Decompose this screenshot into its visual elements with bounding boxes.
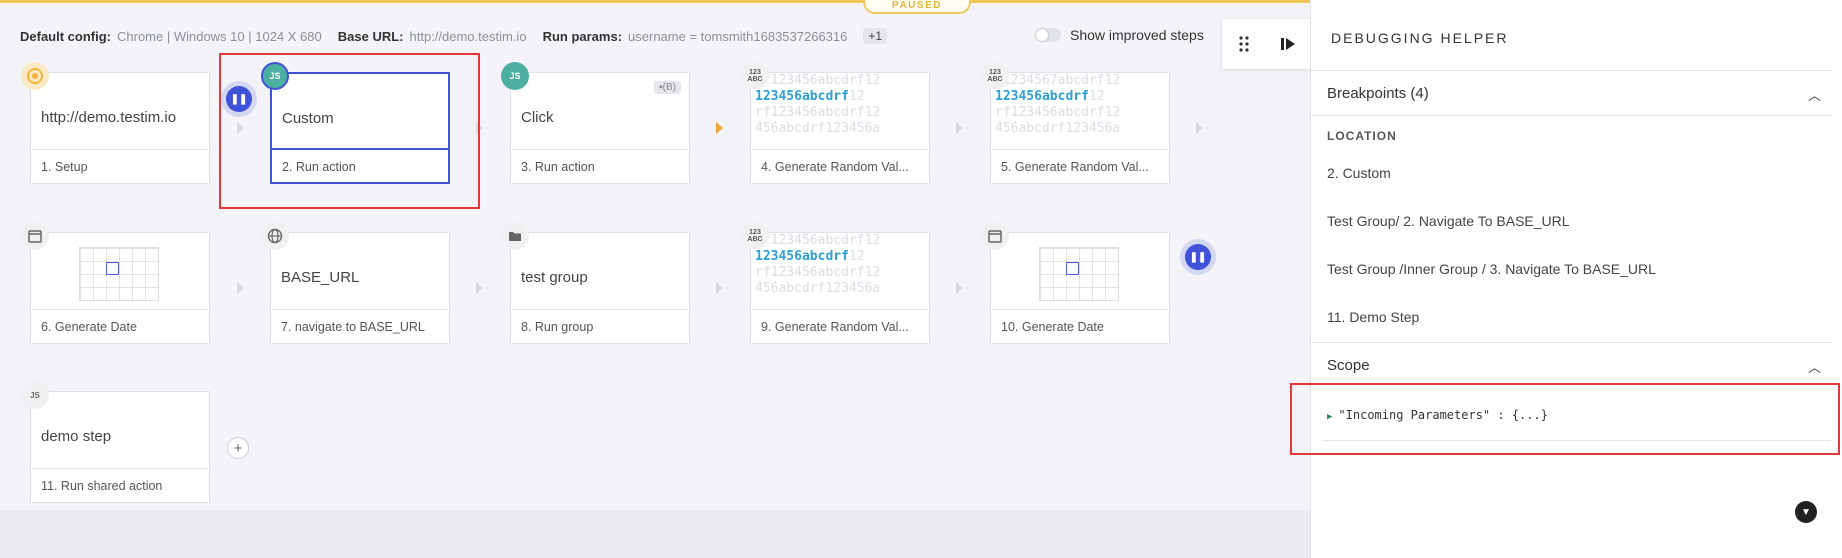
step-arrow — [956, 282, 963, 294]
debugging-helper-panel: DEBUGGING HELPER Breakpoints (4) ︿ LOCAT… — [1310, 0, 1842, 558]
chevron-up-icon[interactable]: ︿ — [1808, 85, 1821, 104]
folder-icon — [501, 222, 529, 250]
step-footer: 8. Run group — [511, 309, 689, 343]
show-improved-steps-label: Show improved steps — [1070, 27, 1204, 43]
run-params-value[interactable]: username = tomsmith1683537266316 — [628, 29, 847, 44]
breakpoint-item[interactable]: 2. Custom — [1327, 165, 1391, 181]
scope-entry[interactable]: ▶ "Incoming Parameters" : {...} — [1327, 408, 1548, 422]
calendar-preview — [79, 247, 159, 301]
breakpoint-item[interactable]: Test Group/ 2. Navigate To BASE_URL — [1327, 213, 1570, 229]
add-step-button[interactable]: + — [227, 437, 249, 459]
step-footer: 9. Generate Random Val... — [751, 309, 929, 343]
base-url-value[interactable]: http://demo.testim.io — [410, 29, 527, 44]
step-arrow — [1196, 122, 1203, 134]
123-abc-icon: 123 ABC — [741, 62, 769, 90]
step-card-1[interactable]: http://demo.testim.io 1. Setup — [30, 72, 210, 184]
js-icon: JS — [21, 381, 49, 409]
bottom-band — [0, 510, 1310, 558]
breakpoint-pause-icon[interactable]: ❚❚ — [226, 86, 252, 112]
step-arrow — [716, 282, 723, 294]
step-footer: 2. Run action — [272, 148, 448, 182]
step-card-3[interactable]: ▪(B) Click 3. Run action — [510, 72, 690, 184]
step-card-2[interactable]: Custom 2. Run action — [270, 72, 450, 184]
globe-icon — [261, 222, 289, 250]
step-title: demo step — [41, 428, 112, 445]
step-footer: 10. Generate Date — [991, 309, 1169, 343]
step-card-5[interactable]: f1234567abcdrf12 123456abcdrf12 rf123456… — [990, 72, 1170, 184]
step-card-6[interactable]: 6. Generate Date — [30, 232, 210, 344]
step-footer: 5. Generate Random Val... — [991, 149, 1169, 183]
step-title: BASE_URL — [281, 269, 360, 286]
scope-section-header[interactable]: Scope ︿ — [1311, 342, 1833, 388]
step-card-8[interactable]: test group 8. Run group — [510, 232, 690, 344]
resume-icon — [1281, 38, 1295, 50]
run-config-bar: Default config: Chrome | Windows 10 | 10… — [20, 28, 888, 44]
step-card-7[interactable]: BASE_URL 7. navigate to BASE_URL — [270, 232, 450, 344]
breakpoints-label: Breakpoints (4) — [1327, 85, 1429, 102]
resume-button[interactable] — [1266, 19, 1310, 69]
step-footer: 7. navigate to BASE_URL — [271, 309, 449, 343]
calendar-icon — [21, 222, 49, 250]
step-title: Custom — [282, 110, 334, 127]
screenshot-tag: ▪(B) — [654, 81, 681, 94]
step-arrow — [237, 122, 244, 134]
step-footer: 11. Run shared action — [31, 468, 209, 502]
step-card-11[interactable]: demo step 11. Run shared action — [30, 391, 210, 503]
debug-toolbar — [1222, 19, 1310, 69]
chevron-down-icon[interactable]: ▼ — [1795, 501, 1817, 523]
123-abc-icon: 123 ABC — [741, 222, 769, 250]
chrome-icon — [21, 62, 49, 90]
123-abc-icon: 123 ABC — [981, 62, 1009, 90]
paused-badge: PAUSED — [863, 0, 971, 14]
step-card-10[interactable]: 10. Generate Date — [990, 232, 1170, 344]
breakpoint-item[interactable]: Test Group /Inner Group / 3. Navigate To… — [1327, 261, 1656, 277]
step-footer: 4. Generate Random Val... — [751, 149, 929, 183]
step-title: test group — [521, 269, 588, 286]
location-header: LOCATION — [1327, 129, 1397, 143]
chevron-up-icon[interactable]: ︿ — [1808, 357, 1821, 376]
step-arrow — [476, 282, 483, 294]
panel-title: DEBUGGING HELPER — [1331, 30, 1509, 46]
js-icon: JS — [261, 62, 289, 90]
step-footer: 1. Setup — [31, 149, 209, 183]
scope-label: Scope — [1327, 357, 1370, 374]
step-arrow — [237, 282, 244, 294]
breakpoint-pause-icon[interactable]: ❚❚ — [1185, 244, 1211, 270]
scope-value: : {...} — [1497, 408, 1548, 422]
step-card-9[interactable]: df123456abcdrf12 123456abcdrf12 rf123456… — [750, 232, 930, 344]
scope-key: "Incoming Parameters" — [1338, 408, 1491, 422]
drag-handle-icon[interactable] — [1222, 19, 1266, 69]
step-arrow-current — [716, 122, 723, 134]
random-value-preview: f1234567abcdrf12 123456abcdrf12 rf123456… — [995, 73, 1121, 136]
step-arrow — [956, 122, 963, 134]
breakpoints-section-header[interactable]: Breakpoints (4) ︿ — [1311, 70, 1833, 116]
default-config-label: Default config: — [20, 28, 111, 44]
step-title: http://demo.testim.io — [41, 109, 177, 126]
step-arrow — [476, 122, 483, 134]
base-url-label: Base URL: — [337, 28, 404, 44]
show-improved-steps-toggle[interactable] — [1035, 28, 1061, 42]
expand-triangle-icon[interactable]: ▶ — [1327, 412, 1332, 422]
default-config-value[interactable]: Chrome | Windows 10 | 1024 X 680 — [117, 29, 322, 44]
random-value-preview: df123456abcdrf12 123456abcdrf12 rf123456… — [755, 233, 881, 296]
js-icon: JS — [501, 62, 529, 90]
calendar-preview — [1039, 247, 1119, 301]
run-params-label: Run params: — [542, 28, 623, 44]
divider — [1323, 440, 1831, 441]
step-card-4[interactable]: df123456abcdrf12 123456abcdrf12 rf123456… — [750, 72, 930, 184]
random-value-preview: df123456abcdrf12 123456abcdrf12 rf123456… — [755, 73, 881, 136]
step-footer: 3. Run action — [511, 149, 689, 183]
breakpoint-item[interactable]: 11. Demo Step — [1327, 309, 1419, 325]
calendar-icon — [981, 222, 1009, 250]
run-params-more-chip[interactable]: +1 — [863, 28, 888, 44]
step-title: Click — [521, 109, 554, 126]
step-footer: 6. Generate Date — [31, 309, 209, 343]
